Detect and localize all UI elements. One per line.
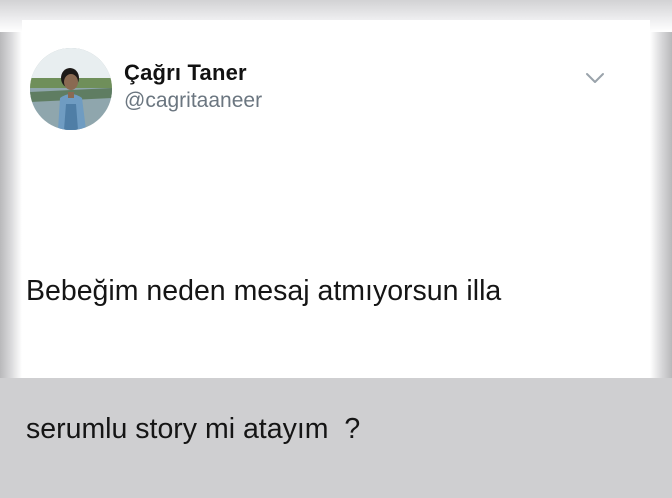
chevron-down-icon[interactable]	[584, 70, 606, 86]
author-display-name[interactable]: Çağrı Taner	[124, 60, 247, 86]
avatar[interactable]	[30, 48, 112, 130]
tweet-text-line: Bebeğim neden mesaj atmıyorsun illa	[26, 275, 502, 307]
author-handle[interactable]: @cagritaaneer	[124, 89, 262, 113]
tweet-text-line: serumlu story mi atayım ?	[26, 413, 361, 445]
tweet-text: Bebeğim neden mesaj atmıyorsun illa seru…	[26, 176, 616, 498]
profile-photo-icon	[30, 48, 112, 130]
